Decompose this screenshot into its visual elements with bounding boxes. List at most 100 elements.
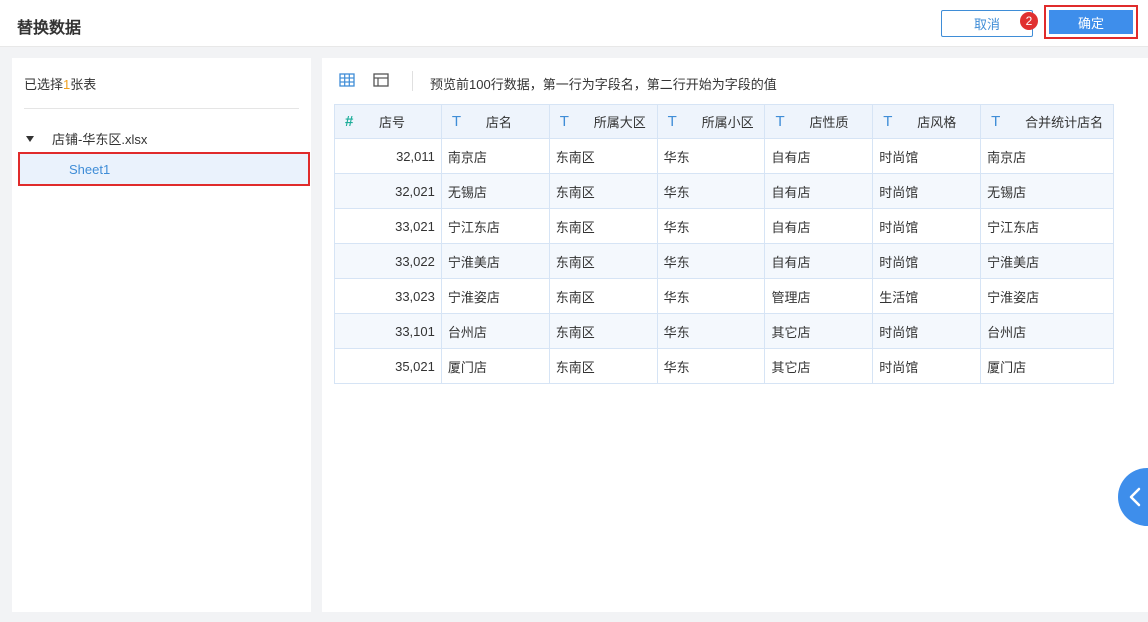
table-cell: 自有店 <box>764 173 874 209</box>
table-cell: 时尚馆 <box>872 313 982 349</box>
table-view-icon[interactable] <box>339 72 355 88</box>
column-label: 合并统计店名 <box>1025 115 1104 130</box>
table-cell: 无锡店 <box>440 173 550 209</box>
column-header: # 店号 <box>334 104 442 139</box>
column-header: T 合并统计店名 <box>980 104 1114 139</box>
step-badge-2: 2 <box>1020 12 1038 30</box>
number-type-icon: # <box>345 113 354 130</box>
confirm-button-highlight[interactable]: 确定 <box>1044 5 1138 39</box>
table-cell: 时尚馆 <box>872 173 982 209</box>
table-cell: 其它店 <box>764 313 874 349</box>
table-cell: 其它店 <box>764 348 874 384</box>
table-cell: 东南区 <box>548 278 658 314</box>
table-row: 32,021 无锡店 东南区 华东 自有店 时尚馆 无锡店 <box>334 173 1114 209</box>
table-cell: 时尚馆 <box>872 208 982 244</box>
file-name[interactable]: 店铺-华东区.xlsx <box>52 129 147 148</box>
table-cell: 东南区 <box>548 208 658 244</box>
table-cell: 宁淮美店 <box>980 243 1114 279</box>
table-cell: 台州店 <box>980 313 1114 349</box>
table-cell: 自有店 <box>764 138 874 174</box>
confirm-button[interactable]: 确定 <box>1049 10 1133 34</box>
table-cell: 生活馆 <box>872 278 982 314</box>
table-row: 32,011 南京店 东南区 华东 自有店 时尚馆 南京店 <box>334 138 1114 174</box>
column-header: T 店名 <box>440 104 550 139</box>
table-cell: 华东 <box>656 208 766 244</box>
table-cell: 华东 <box>656 173 766 209</box>
table-cell: 宁淮美店 <box>440 243 550 279</box>
table-cell: 管理店 <box>764 278 874 314</box>
table-cell: 33,023 <box>334 278 442 314</box>
sheet-selector-panel: 已选择1张表 店铺-华东区.xlsx Sheet1 <box>12 58 311 612</box>
column-label: 所属大区 <box>593 115 646 130</box>
chevron-left-icon[interactable] <box>1128 487 1142 507</box>
table-cell: 华东 <box>656 243 766 279</box>
selected-suffix: 张表 <box>70 77 97 92</box>
selected-prefix: 已选择 <box>24 77 64 92</box>
table-cell: 台州店 <box>440 313 550 349</box>
table-cell: 南京店 <box>440 138 550 174</box>
table-cell: 33,021 <box>334 208 442 244</box>
table-cell: 时尚馆 <box>872 348 982 384</box>
table-cell: 宁江东店 <box>980 208 1114 244</box>
table-row: 33,023 宁淮姿店 东南区 华东 管理店 生活馆 宁淮姿店 <box>334 278 1114 314</box>
column-header: T 店性质 <box>764 104 874 139</box>
table-cell: 南京店 <box>980 138 1114 174</box>
table-cell: 32,021 <box>334 173 442 209</box>
column-label: 店性质 <box>809 115 849 130</box>
table-header-row: # 店号 T 店名 T 所属大区 T 所属小区 T 店性质 T 店风格 T 合并统计店名 <box>334 104 1114 139</box>
table-cell: 东南区 <box>548 173 658 209</box>
table-cell: 35,021 <box>334 348 442 384</box>
table-cell: 自有店 <box>764 243 874 279</box>
table-row: 35,021 厦门店 东南区 华东 其它店 时尚馆 厦门店 <box>334 348 1114 384</box>
table-cell: 宁江东店 <box>440 208 550 244</box>
toolbar-divider <box>412 71 413 91</box>
table-cell: 宁淮姿店 <box>440 278 550 314</box>
text-type-icon: T <box>559 113 569 130</box>
table-cell: 厦门店 <box>980 348 1114 384</box>
column-header: T 所属小区 <box>656 104 766 139</box>
caret-down-icon[interactable] <box>26 135 34 142</box>
column-label: 所属小区 <box>701 115 754 130</box>
column-label: 店风格 <box>917 115 957 130</box>
sheet-item[interactable]: Sheet1 <box>18 152 310 186</box>
cancel-button[interactable]: 取消 <box>941 10 1033 37</box>
table-cell: 华东 <box>656 278 766 314</box>
text-type-icon: T <box>667 113 677 130</box>
dialog-header: 替换数据 取消 2 确定 <box>0 0 1148 47</box>
text-type-icon: T <box>451 113 462 130</box>
table-cell: 33,022 <box>334 243 442 279</box>
table-cell: 无锡店 <box>980 173 1114 209</box>
sheet-label[interactable]: Sheet1 <box>69 162 110 177</box>
column-label: 店名 <box>485 115 512 130</box>
text-type-icon: T <box>883 113 893 130</box>
table-cell: 32,011 <box>334 138 442 174</box>
table-row: 33,021 宁江东店 东南区 华东 自有店 时尚馆 宁江东店 <box>334 208 1114 244</box>
column-header: T 店风格 <box>872 104 982 139</box>
table-cell: 自有店 <box>764 208 874 244</box>
table-cell: 华东 <box>656 313 766 349</box>
table-cell: 33,101 <box>334 313 442 349</box>
preview-table: # 店号 T 店名 T 所属大区 T 所属小区 T 店性质 T 店风格 T 合并统计店名 32… <box>334 104 1114 384</box>
column-label: 店号 <box>379 115 406 130</box>
preview-panel: 预览前100行数据，第一行为字段名，第二行开始为字段的值 # 店号 T 店名 T 所属… <box>322 58 1148 612</box>
table-cell: 厦门店 <box>440 348 550 384</box>
table-cell: 东南区 <box>548 138 658 174</box>
selected-count-text: 已选择1张表 <box>24 74 96 93</box>
divider <box>24 108 299 109</box>
table-cell: 东南区 <box>548 313 658 349</box>
column-header: T 所属大区 <box>548 104 658 139</box>
table-cell: 时尚馆 <box>872 243 982 279</box>
text-type-icon: T <box>775 113 785 130</box>
text-type-icon: T <box>991 113 1001 130</box>
file-tree-node[interactable]: 店铺-华东区.xlsx <box>26 129 147 148</box>
table-row: 33,101 台州店 东南区 华东 其它店 时尚馆 台州店 <box>334 313 1114 349</box>
table-row: 33,022 宁淮美店 东南区 华东 自有店 时尚馆 宁淮美店 <box>334 243 1114 279</box>
table-cell: 华东 <box>656 138 766 174</box>
table-cell: 华东 <box>656 348 766 384</box>
preview-note: 预览前100行数据，第一行为字段名，第二行开始为字段的值 <box>430 77 777 92</box>
table-cell: 宁淮姿店 <box>980 278 1114 314</box>
layout-view-icon[interactable] <box>373 72 389 88</box>
page-title: 替换数据 <box>17 20 82 37</box>
table-cell: 东南区 <box>548 348 658 384</box>
table-cell: 东南区 <box>548 243 658 279</box>
